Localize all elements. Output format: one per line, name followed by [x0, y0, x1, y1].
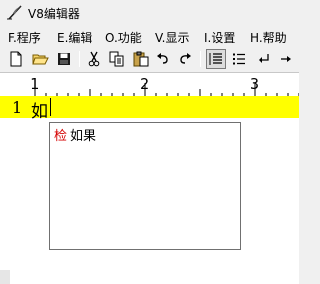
paste-icon[interactable] — [131, 49, 151, 69]
toolbar — [0, 46, 299, 72]
toolbar-separator — [200, 51, 201, 67]
window-title: V8编辑器 — [28, 7, 80, 21]
more-icon[interactable] — [276, 49, 296, 69]
menu-program[interactable]: F.程序 — [8, 29, 41, 46]
line-number: 1 — [12, 98, 23, 117]
line-text[interactable]: 如 — [31, 97, 48, 122]
feather-pen-icon — [6, 4, 24, 20]
menu-function[interactable]: O.功能 — [105, 29, 142, 46]
undo-icon[interactable] — [153, 49, 173, 69]
open-folder-icon[interactable] — [30, 49, 50, 69]
ruler: 1 2 3 — [0, 72, 299, 97]
ruler-label-3: 3 — [250, 75, 260, 93]
cut-icon[interactable] — [84, 49, 104, 69]
menu-view[interactable]: V.显示 — [155, 29, 189, 46]
new-file-icon[interactable] — [6, 49, 26, 69]
keyword-tag: 检 — [54, 129, 68, 144]
return-arrow-icon[interactable] — [254, 49, 274, 69]
menu-edit[interactable]: E.编辑 — [57, 29, 92, 46]
copy-icon[interactable] — [107, 49, 127, 69]
title-bar: V8编辑器 — [0, 0, 299, 24]
redo-icon[interactable] — [175, 49, 195, 69]
autocomplete-popup: 检如果 — [49, 122, 241, 250]
ruler-label-1: 1 — [30, 75, 40, 93]
keyword-suggestion: 如果 — [70, 129, 97, 144]
text-caret — [50, 98, 51, 116]
menu-settings[interactable]: I.设置 — [204, 29, 235, 46]
bullet-list-icon[interactable] — [229, 49, 249, 69]
left-scroll-edge — [0, 270, 10, 284]
numbered-list-icon[interactable] — [206, 49, 226, 69]
toolbar-separator — [79, 51, 80, 67]
save-icon[interactable] — [54, 49, 74, 69]
menu-bar: F.程序 E.编辑 O.功能 V.显示 I.设置 H.帮助 — [0, 26, 299, 46]
autocomplete-item[interactable]: 检如果 — [54, 125, 96, 144]
menu-help[interactable]: H.帮助 — [250, 29, 287, 46]
ruler-label-2: 2 — [140, 75, 150, 93]
